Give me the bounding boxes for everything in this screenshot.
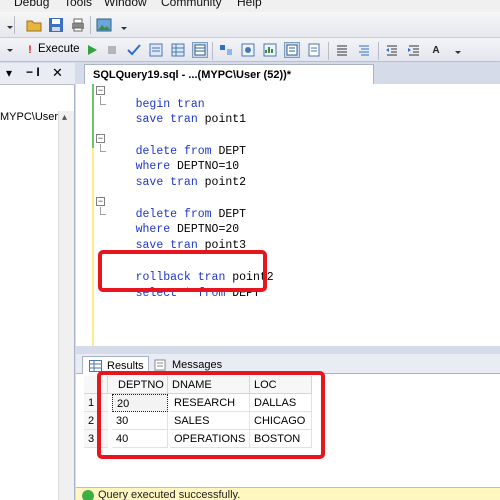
increase-indent-icon[interactable] <box>406 42 422 58</box>
keyword: tran <box>170 113 198 126</box>
editor-results-splitter[interactable] <box>76 346 500 354</box>
toolbar-separator <box>212 42 213 60</box>
toolbar-separator <box>328 42 329 60</box>
menu-bar: Debug Tools Window Community Help <box>0 0 500 12</box>
query-options-icon[interactable] <box>148 42 164 58</box>
keyword: save <box>135 113 164 126</box>
toolbar-separator <box>14 16 15 34</box>
toolbar-options-icon[interactable] <box>116 17 132 33</box>
status-text: Query executed successfully. <box>98 489 241 500</box>
toolbar-separator <box>90 16 91 34</box>
results-to-grid-icon[interactable] <box>192 42 208 58</box>
stop-icon[interactable] <box>104 42 120 58</box>
object-explorer-header: ▾ − І ✕ <box>0 63 75 85</box>
standard-toolbar <box>0 12 500 38</box>
dropdown-icon[interactable] <box>2 17 18 33</box>
fold-line <box>100 144 101 151</box>
results-to-file-icon[interactable] <box>306 42 322 58</box>
close-icon[interactable]: ✕ <box>52 65 63 81</box>
parse-check-icon[interactable] <box>126 42 142 58</box>
pin-icon[interactable]: − І <box>26 65 40 79</box>
code-line: delete from DEPT <box>108 131 246 158</box>
exclamation-icon: ! <box>28 44 32 56</box>
sql-editor-toolbar: ! Execute A <box>0 38 500 62</box>
changed-lines-marker <box>92 84 94 148</box>
specify-values-icon[interactable]: A <box>428 42 444 58</box>
identifier: point1 <box>204 113 247 126</box>
scroll-up-icon[interactable]: ▴ <box>62 112 67 123</box>
decrease-indent-icon[interactable] <box>384 42 400 58</box>
fold-line <box>100 214 106 215</box>
client-stats-icon[interactable] <box>262 42 278 58</box>
collapse-icon[interactable]: − <box>96 86 105 95</box>
menu-community[interactable]: Community <box>161 0 222 9</box>
object-explorer-scrollbar[interactable]: ▴ <box>58 111 74 500</box>
code-line: save tran point1 <box>108 99 246 126</box>
collapse-icon[interactable]: − <box>96 197 105 206</box>
comment-lines-icon[interactable] <box>334 42 350 58</box>
dropdown-icon[interactable]: ▾ <box>6 66 12 80</box>
server-node[interactable]: MYPC\User) <box>0 111 60 127</box>
sql-cmd-icon[interactable] <box>218 42 234 58</box>
code-line: where DEPTNO=10 <box>108 146 240 173</box>
code-line: where DEPTNO=20 <box>108 209 240 236</box>
open-folder-icon[interactable] <box>26 17 42 33</box>
play-icon[interactable] <box>84 42 100 58</box>
menu-window[interactable]: Window <box>104 0 147 9</box>
results-highlight-box <box>97 371 325 459</box>
fold-line <box>100 151 106 152</box>
dropdown-icon[interactable] <box>2 42 18 58</box>
save-icon[interactable] <box>48 17 64 33</box>
results-to-text-icon[interactable] <box>284 42 300 58</box>
toolbar-separator <box>378 42 379 60</box>
tab-messages-label: Messages <box>172 359 223 371</box>
success-check-icon <box>82 490 94 500</box>
query-status-bar: Query executed successfully. <box>76 487 500 500</box>
keyword: tran <box>170 176 198 189</box>
code-line: save tran point3 <box>108 225 246 252</box>
tab-sqlquery19[interactable]: SQLQuery19.sql - ...(MYPC\User (52))* <box>84 64 374 84</box>
toolbar-options-icon[interactable] <box>450 42 466 58</box>
execute-button[interactable]: Execute <box>38 43 80 55</box>
code-line: save tran point2 <box>108 162 246 189</box>
collapse-icon[interactable]: − <box>96 134 105 143</box>
keyword: save <box>135 176 164 189</box>
fold-line <box>100 96 101 104</box>
print-icon[interactable] <box>70 17 86 33</box>
include-plan-icon[interactable] <box>240 42 256 58</box>
changed-lines-marker <box>92 148 94 346</box>
code-line: delete from DEPT <box>108 194 246 221</box>
menu-help[interactable]: Help <box>237 0 262 9</box>
fold-line <box>100 207 101 214</box>
code-line: begin tran <box>108 84 205 111</box>
query-editor[interactable]: − begin tran save tran point1 − delete f… <box>76 84 500 346</box>
menu-tools[interactable]: Tools <box>64 0 92 9</box>
image-icon[interactable] <box>96 17 112 33</box>
document-tabstrip: SQLQuery19.sql - ...(MYPC\User (52))* <box>76 62 500 84</box>
uncomment-lines-icon[interactable] <box>356 42 372 58</box>
identifier: point2 <box>204 176 247 189</box>
rollback-highlight-box <box>98 250 267 292</box>
database-grid-icon[interactable] <box>170 42 186 58</box>
menu-debug[interactable]: Debug <box>14 0 49 9</box>
fold-line <box>100 104 106 105</box>
